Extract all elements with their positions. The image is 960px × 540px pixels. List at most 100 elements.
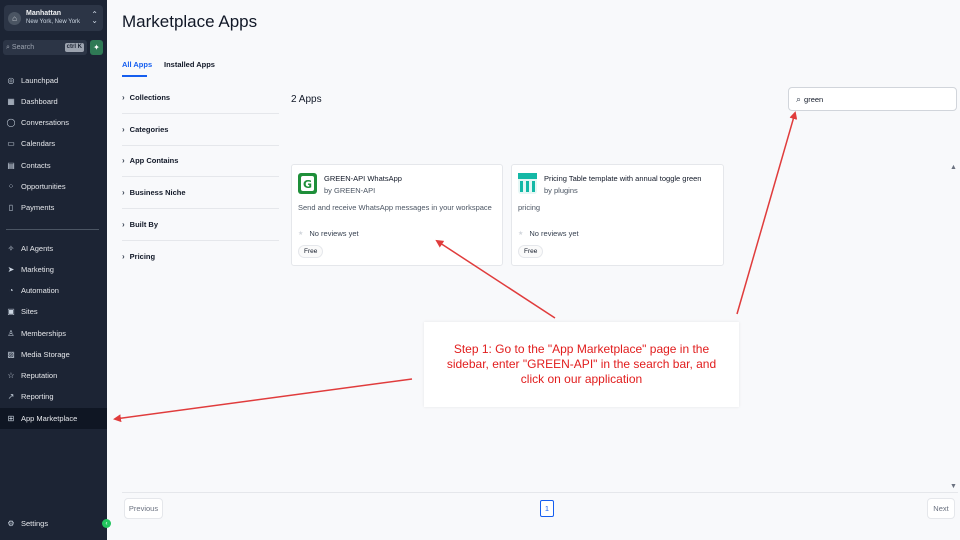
dashboard-icon: ▦ xyxy=(7,97,15,106)
account-location: Manhattan xyxy=(26,10,61,17)
payments-icon: ▯ xyxy=(8,203,14,212)
chevron-right-icon: › xyxy=(122,93,125,102)
search-shortcut: ctrl K xyxy=(64,43,84,52)
send-icon: ➤ xyxy=(7,265,15,274)
filter-label: Built By xyxy=(129,220,159,229)
sidebar-item-label: Media Storage xyxy=(21,350,70,359)
sidebar-item-conversations[interactable]: ◯ Conversations xyxy=(0,112,107,133)
filter-label: Categories xyxy=(129,125,169,134)
app-name: GREEN-API WhatsApp xyxy=(324,174,402,183)
arrow-to-sidebar xyxy=(113,378,413,423)
filter-categories[interactable]: › Categories xyxy=(122,114,279,146)
scroll-up-arrow-icon[interactable]: ▲ xyxy=(950,164,957,171)
chat-icon: ◯ xyxy=(6,118,16,127)
opportunities-icon: ⁘ xyxy=(7,182,15,191)
chevron-right-icon: › xyxy=(122,220,125,229)
sidebar-item-label: Conversations xyxy=(21,118,69,127)
filter-label: App Contains xyxy=(129,156,179,165)
app-description: Send and receive WhatsApp messages in yo… xyxy=(298,203,492,212)
app-search-input[interactable]: ⌕ green xyxy=(788,87,957,111)
instruction-callout: Step 1: Go to the "App Marketplace" page… xyxy=(424,322,739,407)
app-reviews: No reviews yet xyxy=(529,229,579,238)
app-reviews: No reviews yet xyxy=(309,229,359,238)
chevron-right-icon: › xyxy=(122,251,125,261)
app-card-green-api[interactable]: G GREEN-API WhatsApp by GREEN-API Send a… xyxy=(291,164,503,266)
sidebar-item-launchpad[interactable]: ◎ Launchpad xyxy=(0,70,107,91)
green-api-logo-glyph: G xyxy=(301,176,314,191)
filter-business-niche[interactable]: › Business Niche xyxy=(122,177,279,209)
sidebar-item-automation[interactable]: ◔ Automation xyxy=(0,280,107,301)
filter-label: Business Niche xyxy=(129,188,186,197)
app-search-value: green xyxy=(804,94,824,104)
sidebar-item-dashboard[interactable]: ▦ Dashboard xyxy=(0,91,107,112)
scroll-down-arrow-icon[interactable]: ▼ xyxy=(950,483,957,490)
filter-built-by[interactable]: › Built By xyxy=(122,209,279,241)
sidebar-search-input[interactable]: ⌕ Search ctrl K xyxy=(3,40,87,55)
sidebar-item-label: AI Agents xyxy=(21,244,54,253)
sidebar-item-label: Settings xyxy=(21,519,49,528)
sidebar-item-label: Memberships xyxy=(21,329,67,338)
filter-label: Collections xyxy=(129,93,171,102)
green-api-logo-icon: G xyxy=(298,173,317,194)
rocket-icon: ◎ xyxy=(7,76,15,85)
filter-pricing[interactable]: › Pricing xyxy=(122,240,279,272)
star-icon: ☆ xyxy=(7,371,15,380)
app-price-badge: Free xyxy=(518,245,544,258)
chart-icon: ↗ xyxy=(7,392,15,401)
sidebar-item-label: App Marketplace xyxy=(21,414,78,423)
sidebar-item-calendars[interactable]: ▭ Calendars xyxy=(0,133,107,154)
sidebar-item-ai-agents[interactable]: ✧ AI Agents xyxy=(0,238,107,259)
sidebar-item-payments[interactable]: ▯ Payments xyxy=(0,197,107,218)
sidebar-item-app-marketplace[interactable]: ⊞ App Marketplace xyxy=(0,408,107,429)
sidebar-item-contacts[interactable]: ▤ Contacts xyxy=(0,155,107,176)
sidebar-item-memberships[interactable]: ♙ Memberships xyxy=(0,323,107,344)
filter-label: Pricing xyxy=(129,251,156,261)
instruction-text: Step 1: Go to the "App Marketplace" page… xyxy=(446,342,717,386)
sidebar-item-label: Automation xyxy=(21,286,59,295)
quick-action-button[interactable]: ✦ xyxy=(90,40,103,55)
chevron-right-icon: › xyxy=(122,188,125,197)
contacts-icon: ▤ xyxy=(7,161,15,170)
previous-page-button[interactable]: Previous xyxy=(124,498,163,519)
sidebar-item-label: Reputation xyxy=(21,371,58,380)
gear-icon: ⚙ xyxy=(7,519,15,528)
account-switcher[interactable]: ⌂ Manhattan New York, New York ⌃ ⌄ xyxy=(4,5,103,31)
sidebar-item-opportunities[interactable]: ⁘ Opportunities xyxy=(0,176,107,197)
search-icon: ⌕ xyxy=(796,93,802,104)
filter-app-contains[interactable]: › App Contains xyxy=(122,145,279,177)
app-description: pricing xyxy=(518,203,541,212)
page-title: Marketplace Apps xyxy=(122,12,258,31)
sidebar-item-reputation[interactable]: ☆ Reputation xyxy=(0,365,107,386)
chevron-updown-icon: ⌃ ⌄ xyxy=(91,10,98,25)
star-icon: ★ xyxy=(298,231,304,237)
tab-installed-apps[interactable]: Installed Apps xyxy=(164,60,215,69)
app-publisher: by GREEN-API xyxy=(324,186,376,195)
apps-grid-icon: ⊞ xyxy=(7,414,15,423)
sidebar-item-label: Reporting xyxy=(21,392,54,401)
tab-all-apps[interactable]: All Apps xyxy=(122,60,152,69)
sidebar-item-media-storage[interactable]: ▨ Media Storage xyxy=(0,344,107,365)
next-page-button[interactable]: Next xyxy=(927,498,955,519)
app-name: Pricing Table template with annual toggl… xyxy=(544,174,702,183)
chevron-right-icon: › xyxy=(122,156,125,165)
star-icon: ★ xyxy=(518,231,524,237)
sidebar-item-settings[interactable]: ⚙ Settings xyxy=(0,513,107,534)
active-tab-indicator xyxy=(122,75,147,77)
filter-collections[interactable]: › Collections xyxy=(122,82,279,114)
svg-text:G: G xyxy=(303,178,312,191)
sidebar-item-marketing[interactable]: ➤ Marketing xyxy=(0,259,107,280)
location-icon: ⌂ xyxy=(8,11,21,25)
sidebar-collapse-button[interactable]: ‹ xyxy=(102,519,111,528)
app-publisher: by plugins xyxy=(544,186,578,195)
sidebar-item-reporting[interactable]: ↗ Reporting xyxy=(0,386,107,407)
app-card-pricing-table[interactable]: Pricing Table template with annual toggl… xyxy=(511,164,724,266)
sidebar-item-label: Contacts xyxy=(21,161,51,170)
sidebar-item-label: Marketing xyxy=(21,265,54,274)
sidebar-item-label: Dashboard xyxy=(21,97,58,106)
pagination-divider xyxy=(122,492,958,493)
page-number-button[interactable]: 1 xyxy=(540,500,554,517)
image-icon: ▨ xyxy=(7,350,15,359)
sidebar: ⌂ Manhattan New York, New York ⌃ ⌄ ⌕ Sear… xyxy=(0,0,107,540)
sidebar-item-sites[interactable]: ▣ Sites xyxy=(0,301,107,322)
lightning-icon: ✦ xyxy=(93,43,100,52)
